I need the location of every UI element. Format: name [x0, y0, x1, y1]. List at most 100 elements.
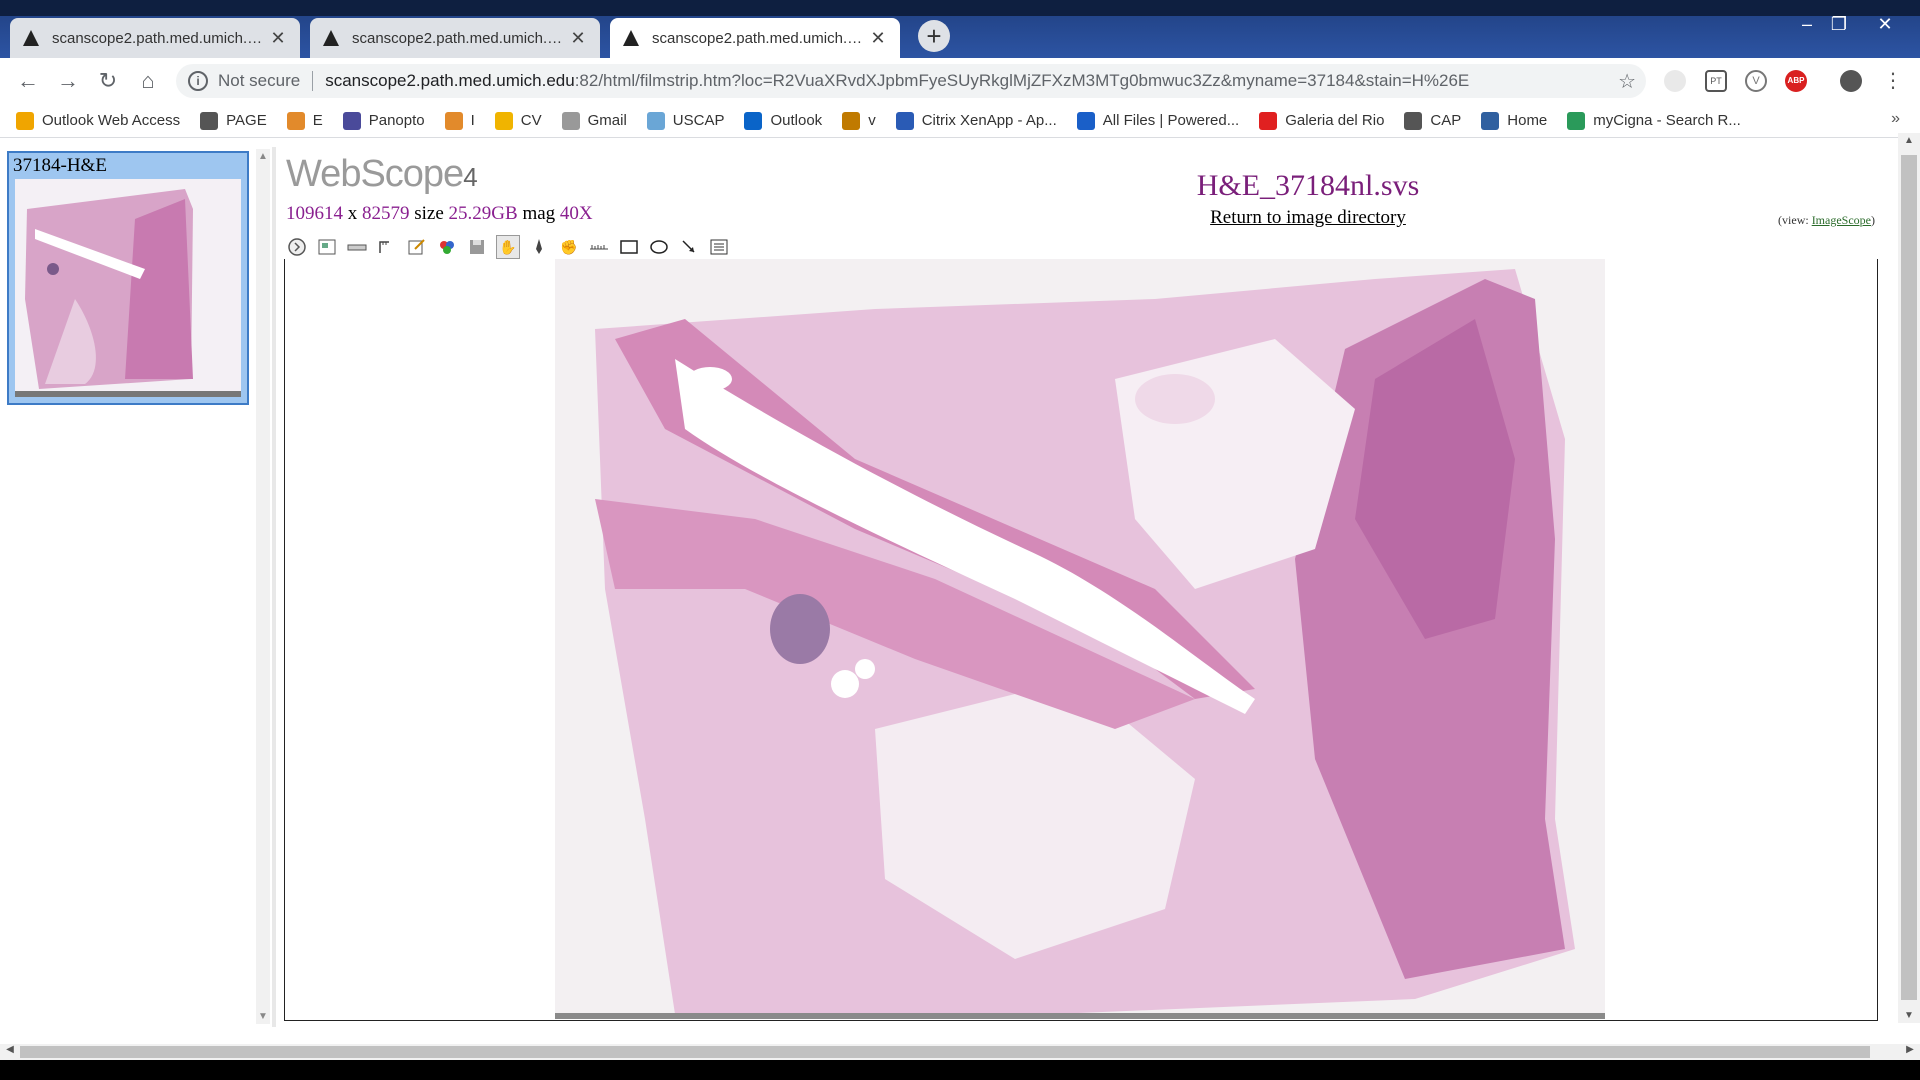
outlook-icon [744, 111, 763, 130]
mag-label: mag [522, 203, 556, 224]
slide-thumbnail[interactable] [15, 179, 241, 397]
slide-viewport[interactable] [284, 259, 1878, 1021]
scroll-up-icon[interactable]: ▲ [1898, 135, 1920, 146]
window-close-icon[interactable]: ✕ [1868, 14, 1902, 35]
bookmark-label: Home [1507, 112, 1548, 129]
arrow-icon[interactable] [678, 236, 700, 258]
pan-hand-icon[interactable]: ✋ [496, 235, 520, 259]
bookmark-item[interactable]: Gmail [561, 111, 627, 130]
bookmark-item[interactable]: Outlook Web Access [16, 111, 181, 130]
bookmark-item[interactable]: CV [494, 111, 542, 130]
list-icon[interactable] [708, 236, 730, 258]
close-icon[interactable]: ✕ [568, 28, 588, 49]
bookmark-item[interactable]: Galeria del Rio [1259, 111, 1384, 130]
bookmark-item[interactable]: v [842, 111, 876, 130]
security-label: Not secure [218, 71, 301, 90]
bookmark-label: Outlook Web Access [42, 112, 181, 129]
bookmark-item[interactable]: USCAP [646, 111, 724, 130]
ae-icon [1481, 111, 1500, 130]
color-icon[interactable] [436, 236, 458, 258]
forward-arrow-icon[interactable]: → [48, 68, 88, 94]
bookmark-item[interactable]: PAGE [200, 111, 267, 130]
v-letter-icon [842, 111, 861, 130]
view-suffix: ) [1871, 213, 1875, 227]
red-square-icon [1259, 111, 1278, 130]
kebab-menu-icon[interactable]: ⋮ [1882, 70, 1904, 92]
browser-window: scanscope2.path.med.umich.edu ✕ scanscop… [0, 0, 1920, 1080]
filmstrip-panel: 37184-H&E ▲ ▼ [0, 139, 270, 1039]
reload-icon[interactable]: ↻ [88, 68, 128, 94]
panel-divider[interactable] [272, 147, 276, 1027]
ruler-icon[interactable] [376, 236, 398, 258]
title-bar [0, 0, 1920, 16]
bookmark-star-icon[interactable]: ☆ [1618, 69, 1636, 94]
taskbar-edge [0, 1060, 1920, 1080]
url-path: :82/html/filmstrip.htm?loc=R2VuaXRvdXJpb… [574, 71, 1470, 90]
globe-icon [1404, 111, 1423, 130]
logo-version: 4 [463, 162, 478, 192]
save-icon[interactable] [466, 236, 488, 258]
measure-icon[interactable] [588, 236, 610, 258]
page-horizontal-scrollbar[interactable]: ◀ ▶ [0, 1044, 1920, 1060]
webscope-viewer: WebScope4 109614 x 82579 size 25.29GB ma… [278, 147, 1878, 1027]
back-arrow-icon[interactable]: ← [8, 68, 48, 94]
scroll-left-icon[interactable]: ◀ [2, 1044, 18, 1055]
page-vertical-scrollbar[interactable]: ▲ ▼ [1898, 133, 1920, 1023]
scroll-up-icon[interactable]: ▲ [257, 151, 269, 162]
tab-2[interactable]: scanscope2.path.med.umich.edu ✕ [310, 18, 600, 58]
scroll-down-icon[interactable]: ▼ [257, 1011, 269, 1022]
outlook-square-icon [16, 111, 34, 130]
imagescope-link[interactable]: ImageScope [1812, 213, 1871, 227]
bookmark-item[interactable]: Outlook [744, 111, 822, 130]
bookmark-item[interactable]: E [286, 111, 323, 130]
home-icon[interactable]: ⌂ [128, 68, 168, 94]
zoom-slider-icon[interactable] [346, 236, 368, 258]
bookmark-label: Gmail [587, 112, 627, 129]
scrollbar-thumb[interactable] [1901, 155, 1917, 1000]
address-bar[interactable]: i Not secure scanscope2.path.med.umich.e… [176, 64, 1646, 98]
bookmark-item[interactable]: CAP [1404, 111, 1461, 130]
close-icon[interactable]: ✕ [868, 28, 888, 49]
bookmark-item[interactable]: All Files | Powered... [1076, 111, 1240, 130]
bookmark-item[interactable]: Citrix XenApp - Ap... [895, 111, 1057, 130]
filmstrip-item[interactable]: 37184-H&E [7, 151, 249, 405]
scrollbar-thumb[interactable] [20, 1046, 1870, 1058]
pt-extension-icon[interactable]: PT [1705, 70, 1727, 92]
more-bookmarks-icon[interactable]: » [1891, 110, 1900, 128]
new-tab-button[interactable]: + [918, 20, 950, 52]
bookmark-label: I [470, 112, 475, 129]
citrix-icon [895, 111, 914, 130]
ellipse-icon[interactable] [648, 236, 670, 258]
v-extension-icon[interactable]: V [1745, 70, 1767, 92]
fullscreen-icon[interactable] [286, 236, 308, 258]
thumbnail-icon[interactable] [316, 236, 338, 258]
tab-3-active[interactable]: scanscope2.path.med.umich.edu ✕ [610, 18, 900, 58]
adblock-icon[interactable]: ABP [1785, 70, 1807, 92]
hand-lock-icon[interactable]: ✊ [558, 236, 580, 258]
profile-avatar-icon[interactable] [1840, 70, 1862, 92]
extension-circle-icon[interactable] [1664, 70, 1686, 92]
webscope-favicon-icon [623, 30, 639, 46]
filmstrip-scrollbar[interactable]: ▲ ▼ [256, 149, 270, 1024]
scroll-right-icon[interactable]: ▶ [1902, 1044, 1918, 1055]
annotation-edit-icon[interactable] [406, 236, 428, 258]
bookmark-item[interactable]: myCigna - Search R... [1567, 111, 1741, 130]
minimize-icon[interactable]: – [1790, 14, 1824, 35]
cigna-tree-icon [1567, 111, 1586, 130]
info-icon[interactable]: i [188, 71, 208, 91]
slide-image[interactable] [555, 259, 1605, 1019]
restore-icon[interactable]: ❐ [1822, 14, 1856, 35]
bookmark-item[interactable]: Home [1481, 111, 1548, 130]
bookmark-label: All Files | Powered... [1102, 112, 1240, 129]
rectangle-icon[interactable] [618, 236, 640, 258]
url-host: scanscope2.path.med.umich.edu [325, 71, 575, 90]
return-to-directory-link[interactable]: Return to image directory [1078, 207, 1538, 229]
bookmark-item[interactable]: Panopto [342, 111, 425, 130]
browser-toolbar: ← → ↻ ⌂ i Not secure scanscope2.path.med… [0, 58, 1920, 104]
bookmark-label: myCigna - Search R... [1593, 112, 1741, 129]
close-icon[interactable]: ✕ [268, 28, 288, 49]
bookmark-item[interactable]: I [444, 111, 475, 130]
pen-icon[interactable] [528, 236, 550, 258]
scroll-down-icon[interactable]: ▼ [1898, 1010, 1920, 1021]
tab-1[interactable]: scanscope2.path.med.umich.edu ✕ [10, 18, 300, 58]
